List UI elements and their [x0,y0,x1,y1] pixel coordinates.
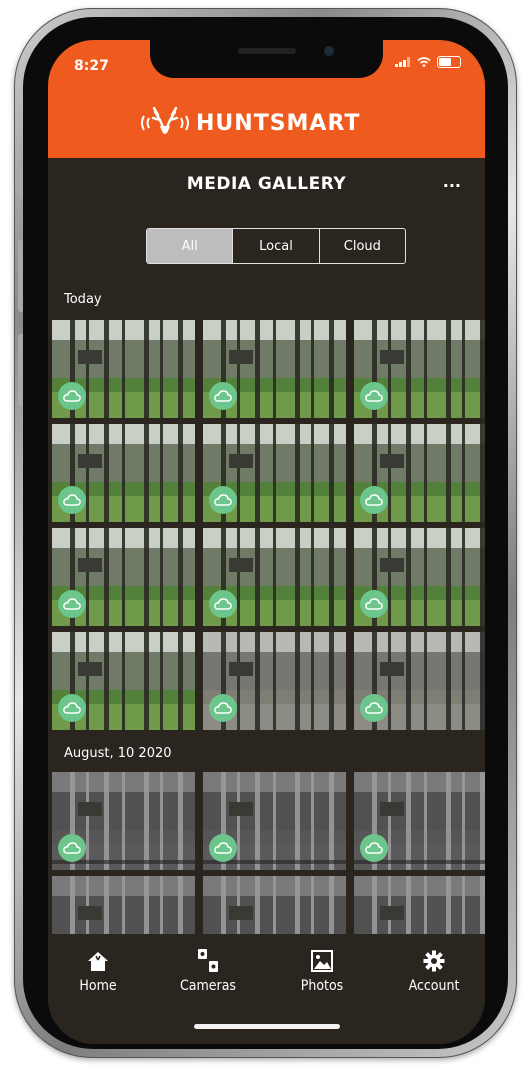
wifi-icon [417,57,431,67]
cloud-synced-icon [58,590,86,618]
cameras-icon [198,949,218,972]
speaker-grille [238,48,296,54]
more-options-button[interactable]: ... [443,172,461,191]
page-title: MEDIA GALLERY [186,174,347,194]
nav-photos[interactable]: Photos [272,948,372,994]
nav-account-label: Account [408,978,460,994]
photo-thumbnail[interactable] [52,424,195,522]
front-camera [324,46,334,56]
photo-thumbnail[interactable] [203,632,346,730]
brand-name: HUNTSMART [196,110,361,136]
status-time: 8:27 [74,58,109,74]
photo-thumbnail[interactable] [354,772,485,870]
battery-icon [437,56,461,68]
photo-thumbnail[interactable] [203,320,346,418]
cloud-synced-icon [209,486,237,514]
nav-cameras-label: Cameras [180,978,236,994]
cloud-synced-icon [360,694,388,722]
photo-thumbnail[interactable] [203,528,346,626]
nav-photos-label: Photos [300,978,344,994]
photo-thumbnail[interactable] [52,320,195,418]
photo-thumbnail[interactable] [354,632,485,730]
status-icons [395,56,461,68]
brand-logo: HUNTSMART [138,102,360,144]
photo-thumbnail[interactable] [52,528,195,626]
filter-cloud-tab[interactable]: Cloud [318,229,405,263]
signal-icon [395,57,410,67]
cloud-synced-icon [209,382,237,410]
photo-thumbnail[interactable] [203,772,346,870]
cloud-synced-icon [360,486,388,514]
cloud-synced-icon [58,382,86,410]
photo-thumbnail[interactable] [52,772,195,870]
nav-account[interactable]: Account [384,948,484,994]
cloud-synced-icon [58,486,86,514]
nav-home-label: Home [79,978,117,994]
cloud-synced-icon [58,694,86,722]
deer-antler-logo-icon [141,106,189,134]
photo-thumbnail[interactable] [354,424,485,522]
bottom-navigation: Home Cameras Photos Account [48,934,485,1044]
gear-icon [423,950,445,972]
cloud-synced-icon [209,694,237,722]
home-indicator [194,1024,340,1029]
photos-icon [311,950,333,972]
cloud-synced-icon [360,590,388,618]
nav-home[interactable]: Home [48,948,148,994]
filter-all-tab[interactable]: All [147,229,233,263]
photo-thumbnail[interactable] [354,320,485,418]
nav-cameras[interactable]: Cameras [158,948,258,994]
cloud-synced-icon [360,382,388,410]
media-filter-segmented-control: All Local Cloud [146,228,406,264]
notch [150,40,383,78]
title-row: MEDIA GALLERY ... [48,158,485,214]
section-header-august: August, 10 2020 [64,746,172,761]
cloud-synced-icon [360,834,388,862]
filter-local-tab[interactable]: Local [232,229,318,263]
home-icon [88,952,108,971]
photo-thumbnail[interactable] [354,528,485,626]
cloud-synced-icon [209,834,237,862]
cloud-synced-icon [209,590,237,618]
today-photo-grid [52,320,485,730]
app-screen: 8:27 HUNTSMART MEDIA GALLERY ... All Loc… [48,40,485,1044]
cloud-synced-icon [58,834,86,862]
photo-thumbnail[interactable] [203,424,346,522]
section-header-today: Today [64,292,102,307]
photo-thumbnail[interactable] [52,632,195,730]
